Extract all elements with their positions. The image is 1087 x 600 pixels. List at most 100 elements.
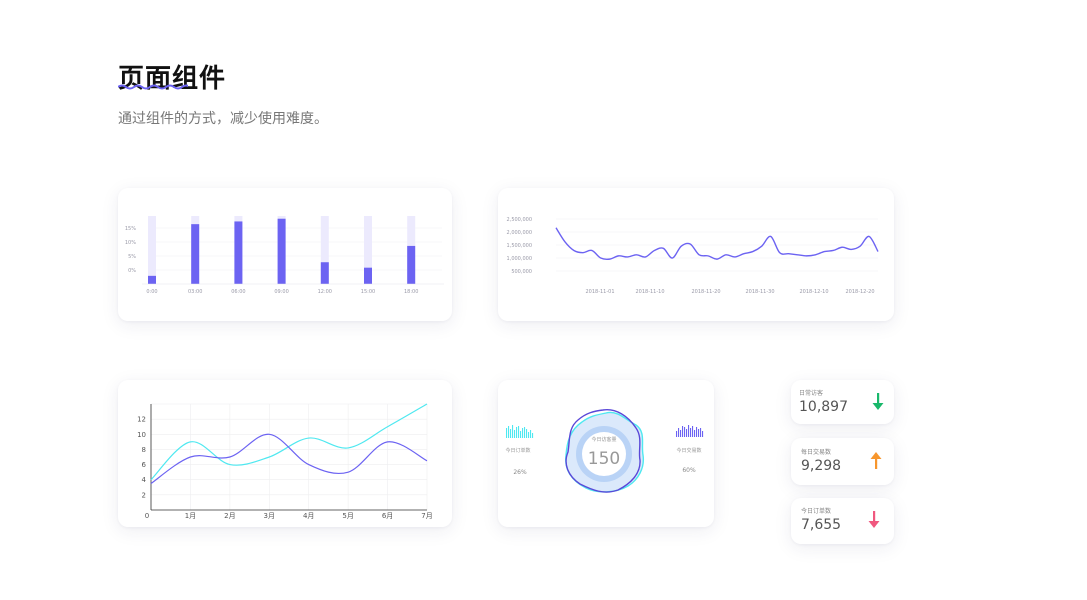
kpi-label: 每日交易数: [801, 449, 832, 456]
right-label: 今日交易数: [676, 447, 701, 454]
y-tick-label: 12: [137, 416, 146, 424]
mini-bar: [524, 427, 526, 438]
trend-line: [555, 227, 879, 261]
y-tick-label: 0%: [128, 268, 136, 274]
x-tick-label: 3月: [264, 512, 275, 520]
mini-bar: [686, 429, 688, 437]
left-percent: 26%: [513, 469, 527, 476]
x-tick-label: 7月: [421, 512, 432, 520]
y-tick-label: 1,500,000: [507, 243, 532, 249]
mini-bar: [508, 426, 510, 438]
mini-bar: [506, 428, 508, 438]
mini-bar: [510, 429, 512, 438]
y-tick-label: 10%: [125, 240, 136, 246]
mini-bar: [520, 431, 522, 438]
monthly-chart: 2 4 6 8 10 12 0 1月 2月 3月 4月 5月 6月 7月: [137, 403, 433, 520]
bar-chart-card: 0% 5% 10% 15% 0:00 03:00 06:00 09:00 12:00 15:00 1…: [118, 188, 452, 321]
mini-bar: [682, 426, 684, 437]
y-tick-label: 8: [142, 446, 146, 454]
x-tick-label: 2月: [224, 512, 235, 520]
gauge-value: 150: [588, 449, 620, 469]
y-tick-label: 500,000: [511, 269, 532, 275]
kpi-card-trades[interactable]: 每日交易数 9,298: [791, 438, 894, 485]
mini-bar: [690, 428, 692, 437]
y-tick-label: 6: [142, 461, 147, 469]
kpi-card-orders[interactable]: 今日订单数 7,655: [791, 498, 894, 544]
page-subtitle: 通过组件的方式，减少使用难度。: [118, 111, 328, 127]
mini-bar: [512, 425, 514, 438]
bar: [277, 218, 286, 284]
x-tick-label: 1月: [185, 512, 196, 520]
bar: [148, 275, 156, 284]
arrow-up-icon: [870, 452, 882, 469]
bar: [320, 262, 329, 284]
mini-bar: [680, 430, 682, 437]
x-tick-label: 2018-11-30: [745, 289, 774, 295]
x-tick-label: 12:00: [318, 289, 332, 295]
x-tick-label: 2018-11-20: [691, 289, 720, 295]
gauge-label: 今日访客量: [591, 436, 616, 443]
order-mini-bars: [506, 425, 534, 438]
kpi-card-visitors[interactable]: 日常访客 10,897: [791, 380, 894, 424]
mini-bar: [532, 433, 534, 438]
x-tick-label: 06:00: [231, 289, 245, 295]
bar-chart: 0% 5% 10% 15% 0:00 03:00 06:00 09:00 12:00 15:00 1…: [125, 216, 444, 295]
kpi-label: 日常访客: [799, 390, 824, 397]
visitor-gauge-card: 今日访客量 150 今日订单数 26% 今日交易数 60%: [498, 380, 714, 527]
mini-bar: [526, 429, 528, 438]
y-tick-label: 2,500,000: [507, 217, 532, 223]
mini-bar: [678, 428, 680, 437]
x-tick-label: 4月: [303, 512, 314, 520]
y-tick-label: 15%: [125, 226, 136, 232]
mini-bar: [696, 427, 698, 437]
x-tick-label: 5月: [342, 512, 353, 520]
y-tick-label: 2,000,000: [507, 230, 532, 236]
arrow-down-icon: [868, 511, 880, 528]
arrow-down-icon: [872, 393, 884, 410]
mini-bar: [692, 426, 694, 437]
kpi-label: 今日订单数: [801, 508, 832, 515]
visitor-gauge: 今日访客量 150 今日订单数 26% 今日交易数 60%: [505, 409, 704, 493]
mini-bar: [694, 430, 696, 437]
bar: [191, 224, 200, 284]
kpi-value: 7,655: [801, 517, 842, 533]
x-tick-label: 09:00: [274, 289, 288, 295]
y-tick-label: 4: [142, 476, 147, 484]
x-tick-label: 2018-12-20: [845, 289, 874, 295]
mini-bar: [684, 427, 686, 437]
x-tick-label: 18:00: [404, 289, 418, 295]
mini-bar: [688, 425, 690, 437]
trend-chart-card: 500,000 1,000,000 1,500,000 2,000,000 2,500,…: [498, 188, 894, 321]
mini-bar: [676, 431, 678, 437]
x-tick-label: 0:00: [146, 289, 157, 295]
bar: [234, 221, 243, 284]
mini-bar: [528, 432, 530, 438]
bar-track: [148, 216, 156, 284]
monthly-chart-card: 2 4 6 8 10 12 0 1月 2月 3月 4月 5月 6月 7月: [118, 380, 452, 527]
x-tick-label: 03:00: [188, 289, 202, 295]
mini-bar: [522, 428, 524, 438]
x-tick-label: 2018-11-10: [635, 289, 664, 295]
trend-chart: 500,000 1,000,000 1,500,000 2,000,000 2,500,…: [507, 217, 879, 295]
title-underline: [118, 84, 188, 90]
y-tick-label: 1,000,000: [507, 256, 532, 262]
mini-bar: [516, 427, 518, 438]
y-tick-label: 10: [137, 431, 146, 439]
mini-bar: [698, 429, 700, 437]
x-tick-label: 2018-12-10: [799, 289, 828, 295]
x-tick-label: 2018-11-01: [585, 289, 614, 295]
mini-bar: [702, 431, 704, 437]
left-label: 今日订单数: [505, 447, 530, 454]
x-tick-label: 15:00: [361, 289, 375, 295]
x-tick-label: 6月: [382, 512, 393, 520]
mini-bar: [530, 430, 532, 438]
bar: [364, 267, 372, 284]
x-tick-label: 0: [145, 512, 149, 520]
y-tick-label: 5%: [128, 254, 136, 260]
kpi-value: 9,298: [801, 458, 842, 474]
right-percent: 60%: [682, 467, 696, 474]
mini-bar: [700, 428, 702, 437]
trade-mini-bars: [676, 425, 704, 437]
mini-bar: [518, 426, 520, 438]
kpi-value: 10,897: [799, 399, 848, 415]
